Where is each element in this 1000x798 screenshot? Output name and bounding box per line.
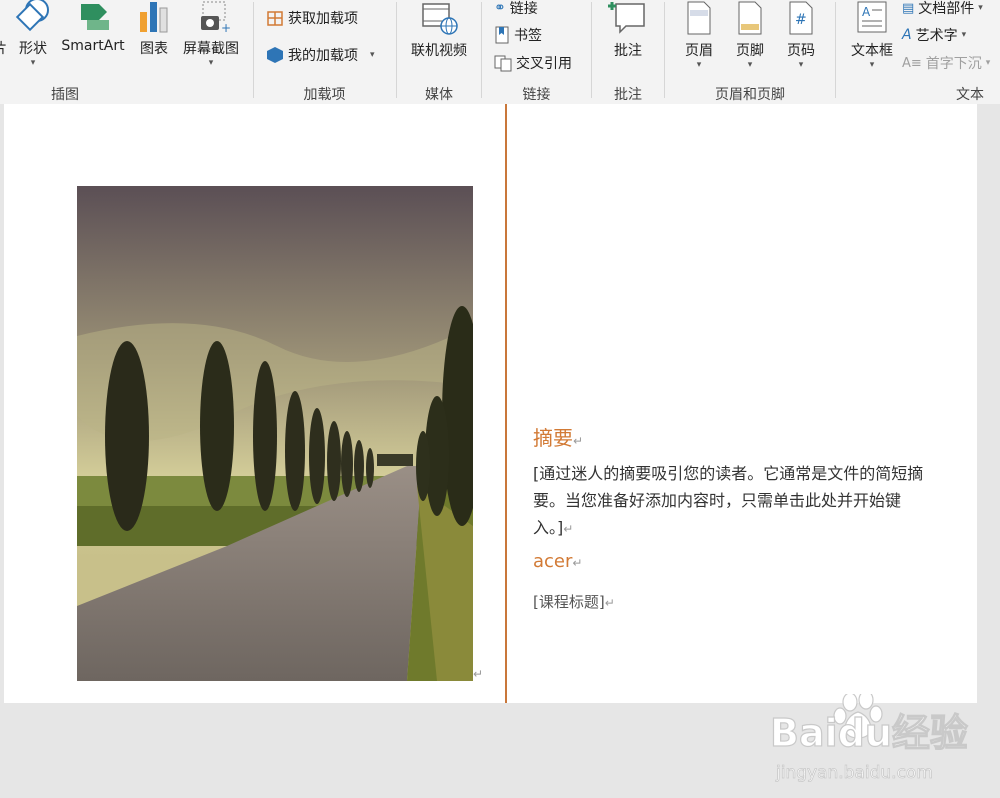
group-label-addins: 加载项 [303,87,346,103]
chevron-down-icon: ▾ [30,58,36,68]
chevron-down-icon: ▾ [747,60,753,70]
smartart-button[interactable]: SmartArt [58,0,128,54]
watermark-brand: Baidu经验 [770,711,968,755]
drop-cap-icon: A≡ [902,55,922,71]
new-comment-button[interactable]: 批注 [604,0,652,60]
document-canvas: ↵ 摘要↵ [通过迷人的摘要吸引您的读者。它通常是文件的简短摘要。当您准备好添加… [0,104,1000,783]
quick-parts-icon: ▤ [902,0,915,16]
smartart-icon [81,4,109,30]
chevron-down-icon: ▾ [978,3,983,13]
link-button[interactable]: ⚭ 链接 [494,0,538,18]
wordart-icon: A [902,27,912,43]
document-page[interactable]: ↵ 摘要↵ [通过迷人的摘要吸引您的读者。它通常是文件的简短摘要。当您准备好添加… [4,104,977,783]
group-label-comments: 批注 [614,87,642,103]
paragraph-mark: ↵ [473,667,484,681]
vertical-scrollbar-track[interactable] [977,104,1000,703]
chevron-down-icon: ▾ [208,58,214,68]
text-box-icon: A [857,1,887,33]
chevron-down-icon: ▾ [696,60,702,70]
chevron-down-icon: ▾ [985,58,991,68]
chevron-down-icon: ▾ [798,60,804,70]
store-icon [267,11,283,26]
chevron-down-icon: ▾ [869,60,875,70]
text-box-button[interactable]: A 文本框 ▾ [846,0,898,70]
cross-reference-icon [494,55,512,72]
chart-button[interactable]: 图表 [134,0,174,58]
watermark-url: jingyan.baidu.com [775,763,933,783]
baidu-paw-logo: Baidu经验 jingyan.baidu.com [769,690,968,783]
footer-button[interactable]: 页脚 ▾ [728,0,772,70]
video-icon [422,3,458,35]
group-label-media: 媒体 [425,87,453,103]
screenshot-button[interactable]: + 屏幕截图 ▾ [178,0,244,68]
chevron-down-icon: ▾ [961,30,967,40]
paragraph-mark: ↵ [573,434,584,448]
paragraph-mark: ↵ [604,596,615,610]
link-icon: ⚭ [494,0,506,16]
chevron-down-icon: ▾ [370,50,375,60]
paragraph-mark: ↵ [572,556,583,570]
header-button[interactable]: 页眉 ▾ [677,0,721,70]
shapes-button[interactable]: 形状 ▾ [12,0,54,68]
cover-photo[interactable] [77,186,473,681]
quick-parts-button[interactable]: ▤ 文档部件 ▾ [902,0,983,18]
paragraph-mark: ↵ [563,522,574,536]
group-label-header-footer: 页眉和页脚 [715,87,785,103]
online-video-button[interactable]: 联机视频 [404,0,474,60]
page-number-icon: # [789,1,813,35]
my-addins-button[interactable]: 我的加载项 ▾ [266,45,375,65]
camera-icon: + [201,1,231,35]
comment-icon [608,2,645,34]
cypress-road-image [77,186,473,681]
header-icon [687,1,711,35]
group-label-text: 文本 [956,87,984,103]
group-label-illustrations: 插图 [51,87,79,103]
page-number-button[interactable]: # 页码 ▾ [779,0,823,70]
baidu-watermark: Baidu经验 jingyan.baidu.com [768,690,988,794]
abstract-body[interactable]: [通过迷人的摘要吸引您的读者。它通常是文件的简短摘要。当您准备好添加内容时，只需… [533,460,933,543]
puzzle-icon [267,47,283,63]
cross-reference-button[interactable]: 交叉引用 [494,53,572,73]
course-title-placeholder[interactable]: [课程标题]↵ [533,591,615,612]
footer-icon [738,1,762,35]
abstract-heading[interactable]: 摘要↵ [533,422,583,451]
get-addins-button[interactable]: 获取加载项 [266,8,358,28]
cut-off-button[interactable]: 片 [0,38,10,58]
svg-text:+: + [221,21,231,34]
shapes-icon [15,0,49,32]
group-divider [835,2,836,98]
drop-cap-button[interactable]: A≡ 首字下沉 ▾ [902,53,990,73]
wordart-button[interactable]: A 艺术字 ▾ [902,25,966,45]
svg-text:#: # [795,12,807,28]
group-label-links: 链接 [522,87,551,103]
accent-divider-line [505,104,507,703]
ribbon-insert-tab: 片 形状 ▾ SmartArt 图表 + 屏幕截图 ▾ 插图 [0,0,1000,105]
author-name[interactable]: acer↵ [533,551,582,572]
bookmark-button[interactable]: 书签 [494,25,542,45]
svg-text:A: A [862,5,871,19]
bar-chart-icon [140,2,168,33]
bookmark-icon [495,26,509,44]
